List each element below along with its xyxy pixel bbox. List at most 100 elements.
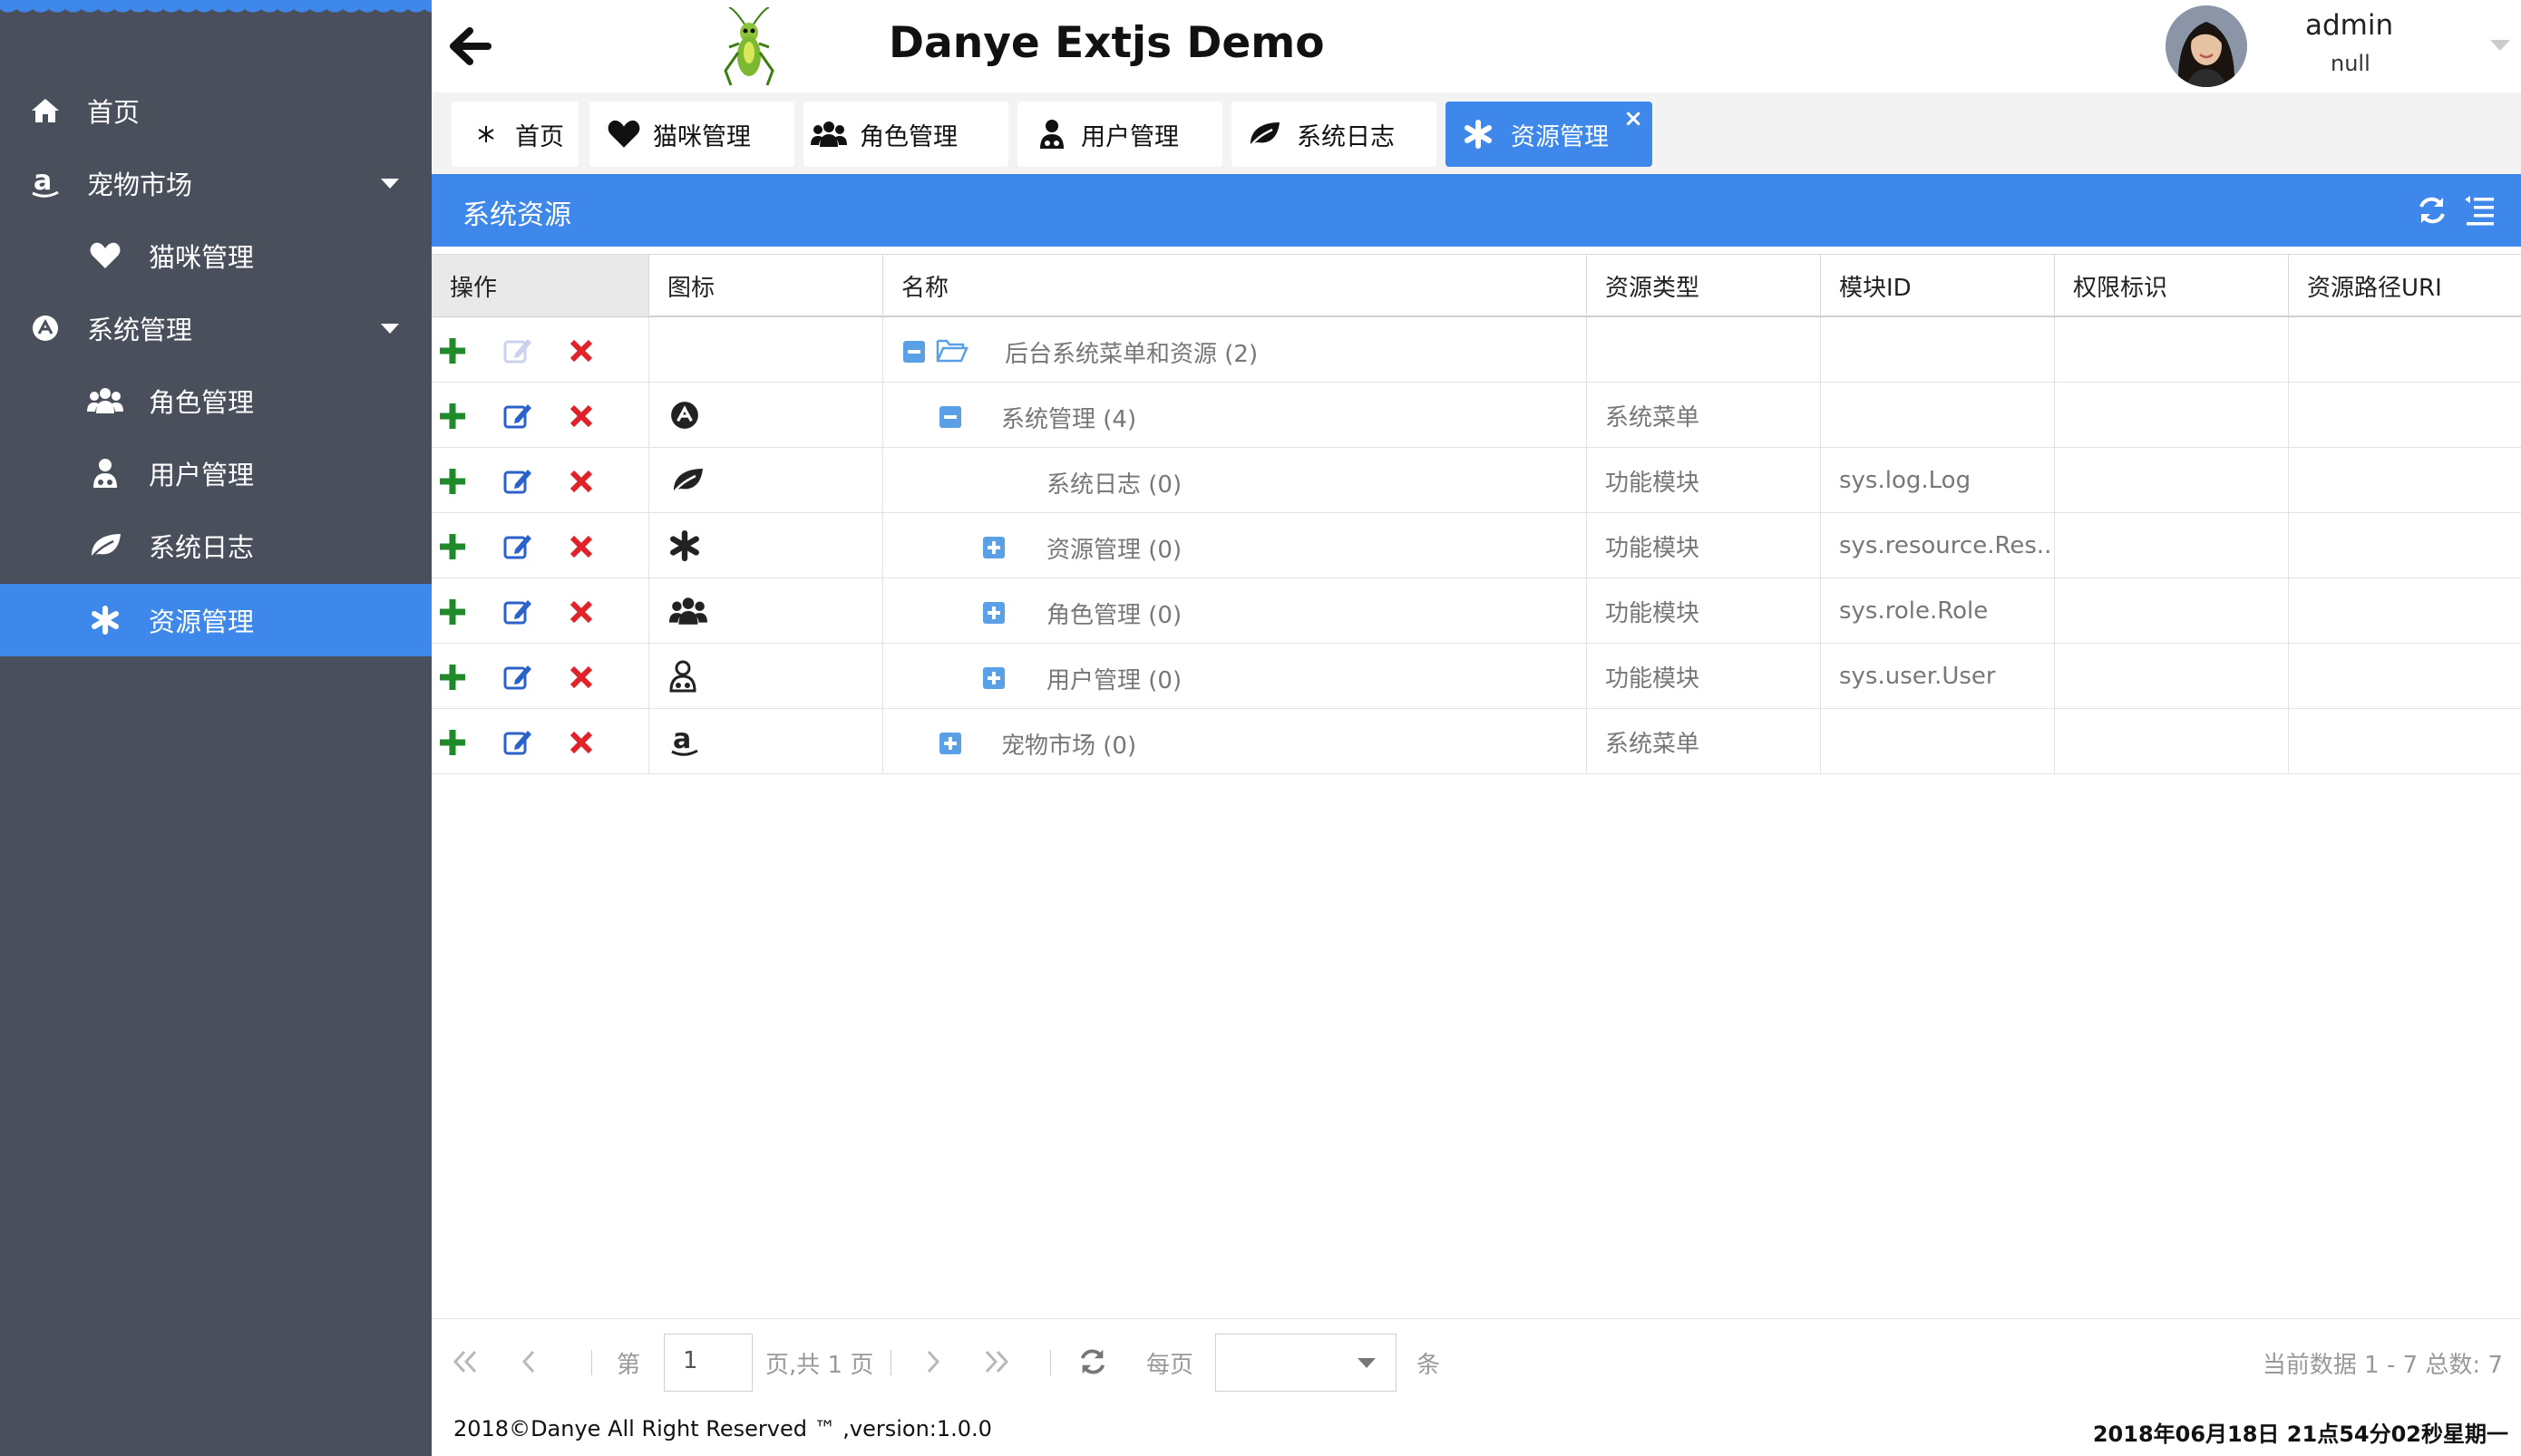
permission-cell	[2055, 644, 2289, 709]
add-icon[interactable]	[437, 727, 468, 758]
sidebar-item-roles[interactable]: 角色管理	[0, 364, 432, 437]
collapse-icon[interactable]	[939, 406, 961, 428]
add-icon[interactable]	[437, 401, 468, 432]
module-id-cell	[1821, 317, 2055, 383]
sidebar-item-pet-market[interactable]: a 宠物市场	[0, 147, 432, 219]
icon-cell	[649, 448, 883, 513]
delete-icon[interactable]	[566, 531, 597, 562]
column-header-type[interactable]: 资源类型	[1587, 255, 1821, 316]
column-header-name[interactable]: 名称	[883, 255, 1587, 316]
svg-text:a: a	[673, 723, 691, 755]
type-cell: 功能模块	[1587, 578, 1821, 644]
user-menu-chevron-icon[interactable]	[2490, 40, 2510, 51]
tab-users[interactable]: 用户管理	[1017, 102, 1222, 167]
expand-icon[interactable]	[983, 602, 1005, 624]
table-row[interactable]: 资源管理 (0) 功能模块 sys.resource.Res...	[432, 513, 2521, 578]
name-cell: 角色管理 (0)	[883, 578, 1587, 644]
name-cell: 用户管理 (0)	[883, 644, 1587, 709]
permission-cell	[2055, 448, 2289, 513]
sidebar-item-resources[interactable]: 资源管理	[0, 584, 432, 656]
prev-page-icon[interactable]	[513, 1346, 544, 1377]
uri-cell	[2289, 383, 2521, 448]
page-size-select[interactable]	[1215, 1334, 1397, 1392]
sidebar-item-system[interactable]: 系统管理	[0, 292, 432, 364]
table-row[interactable]: a 宠物市场 (0) 系统菜单	[432, 709, 2521, 774]
table-row[interactable]: 系统日志 (0) 功能模块 sys.log.Log	[432, 448, 2521, 513]
users-icon	[669, 596, 707, 626]
icon-cell: a	[649, 709, 883, 774]
delete-icon[interactable]	[566, 335, 597, 366]
column-header-module-id[interactable]: 模块ID	[1821, 255, 2055, 316]
column-header-icon[interactable]: 图标	[649, 255, 883, 316]
first-page-icon[interactable]	[450, 1346, 481, 1377]
edit-icon[interactable]	[502, 466, 533, 497]
delete-icon[interactable]	[566, 597, 597, 627]
type-cell: 功能模块	[1587, 448, 1821, 513]
chevron-down-icon[interactable]	[381, 178, 399, 189]
sidebar-item-users[interactable]: 用户管理	[0, 437, 432, 510]
close-icon[interactable]: ×	[1623, 105, 1643, 132]
column-header-uri[interactable]: 资源路径URI	[2289, 255, 2521, 316]
avatar[interactable]	[2166, 5, 2247, 87]
amazon-icon: a	[669, 723, 700, 760]
tab-roles[interactable]: 角色管理	[803, 102, 1008, 167]
edit-icon[interactable]	[502, 662, 533, 693]
permission-cell	[2055, 383, 2289, 448]
delete-icon[interactable]	[566, 466, 597, 497]
tab-cat[interactable]: 猫咪管理	[589, 102, 794, 167]
asterisk-icon	[1460, 116, 1496, 152]
icon-cell	[649, 513, 883, 578]
app-header: Danye Extjs Demo admin null	[432, 0, 2521, 92]
uri-cell	[2289, 513, 2521, 578]
divider	[1050, 1350, 1051, 1375]
table-row[interactable]: 系统管理 (4) 系统菜单	[432, 383, 2521, 448]
expand-icon[interactable]	[939, 733, 961, 754]
per-page-unit: 条	[1416, 1352, 1441, 1379]
edit-icon[interactable]	[502, 597, 533, 627]
sidebar-item-logs[interactable]: 系统日志	[0, 510, 432, 582]
page-number-input[interactable]: 1	[664, 1334, 753, 1392]
app-title: Danye Extjs Demo	[889, 18, 1325, 68]
edit-icon[interactable]	[502, 727, 533, 758]
type-cell: 系统菜单	[1587, 709, 1821, 774]
back-arrow-icon[interactable]	[450, 27, 492, 65]
tab-resources[interactable]: 资源管理 ×	[1445, 102, 1652, 167]
refresh-icon[interactable]	[1077, 1346, 1108, 1377]
edit-icon[interactable]	[502, 531, 533, 562]
table-row[interactable]: 用户管理 (0) 功能模块 sys.user.User	[432, 644, 2521, 709]
home-icon	[27, 92, 63, 129]
module-id-cell	[1821, 709, 2055, 774]
android-icon	[669, 400, 700, 431]
chevron-down-icon[interactable]	[381, 323, 399, 334]
tab-home[interactable]: 首页	[452, 102, 579, 167]
edit-icon[interactable]	[502, 401, 533, 432]
sidebar-item-cat[interactable]: 猫咪管理	[0, 219, 432, 292]
refresh-icon[interactable]	[2416, 194, 2448, 227]
asterisk-small-icon	[468, 116, 504, 152]
table-row[interactable]: 角色管理 (0) 功能模块 sys.role.Role	[432, 578, 2521, 644]
expand-icon[interactable]	[983, 667, 1005, 689]
delete-icon[interactable]	[566, 401, 597, 432]
sidebar-item-home[interactable]: 首页	[0, 74, 432, 147]
column-header-permission[interactable]: 权限标识	[2055, 255, 2289, 316]
delete-icon[interactable]	[566, 662, 597, 693]
add-icon[interactable]	[437, 597, 468, 627]
delete-icon[interactable]	[566, 727, 597, 758]
expand-icon[interactable]	[983, 537, 1005, 558]
add-icon[interactable]	[437, 531, 468, 562]
last-page-icon[interactable]	[981, 1346, 1012, 1377]
tab-logs[interactable]: 系统日志	[1231, 102, 1436, 167]
add-icon[interactable]	[437, 662, 468, 693]
sidebar-item-label: 猫咪管理	[149, 242, 255, 273]
per-page-label: 每页	[1146, 1352, 1194, 1379]
add-icon[interactable]	[437, 466, 468, 497]
table-row[interactable]: 后台系统菜单和资源 (2)	[432, 317, 2521, 383]
column-header-actions[interactable]: 操作	[432, 255, 649, 316]
user-name[interactable]: admin	[2305, 9, 2393, 42]
name-cell: 系统日志 (0)	[883, 448, 1587, 513]
add-icon[interactable]	[437, 335, 468, 366]
collapse-icon[interactable]	[903, 341, 925, 363]
next-page-icon[interactable]	[918, 1346, 949, 1377]
collapse-list-icon[interactable]	[2463, 194, 2496, 227]
edit-icon[interactable]	[502, 335, 533, 366]
